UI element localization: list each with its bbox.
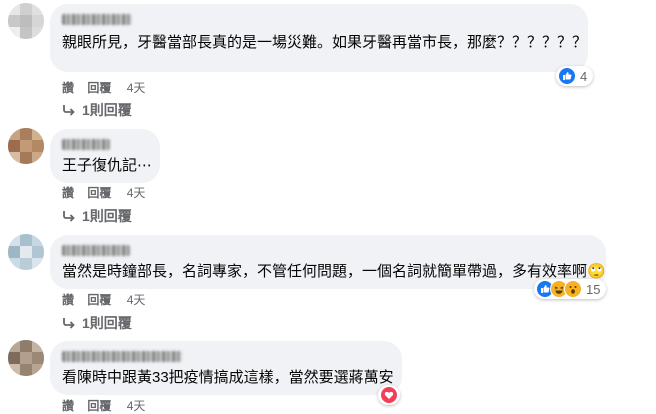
timestamp[interactable]: 4天 [127,293,146,307]
timestamp[interactable]: 4天 [127,186,146,200]
view-replies-link[interactable]: 1則回覆 [62,313,132,333]
reply-arrow-icon [63,318,75,329]
avatar[interactable] [8,234,44,270]
author-name-blurred[interactable] [62,14,132,25]
like-icon [558,67,576,85]
like-button[interactable]: 讚 [62,81,74,95]
timestamp[interactable]: 4天 [127,399,146,413]
view-replies-link[interactable]: 1則回覆 [62,100,132,120]
comment-text: 親眼所見，牙醫當部長真的是一場災難。如果牙醫再當市長，那麼？？？？？？ [62,34,588,51]
reaction-summary[interactable] [378,385,400,405]
replies-label: 1則回覆 [82,208,132,224]
replies-label: 1則回覆 [82,315,132,331]
like-button[interactable]: 讚 [62,293,74,307]
reply-button[interactable]: 回覆 [87,293,111,307]
comment-bubble: 王子復仇記⋯ [50,129,160,183]
timestamp[interactable]: 4天 [127,81,146,95]
comment-bubble: 親眼所見，牙醫當部長真的是一場災難。如果牙醫再當市長，那麼？？？？？？ [50,4,588,72]
comment-actions: 讚 回覆 4天 [62,184,155,201]
reply-button[interactable]: 回覆 [87,186,111,200]
reaction-summary[interactable]: 4 [556,66,594,86]
reaction-count: 15 [586,281,601,297]
author-name-blurred[interactable] [62,245,130,256]
reaction-summary[interactable]: 15 [534,279,607,299]
reaction-count: 4 [580,68,588,84]
comment-actions: 讚 回覆 4天 [62,291,155,308]
wow-icon [564,280,582,298]
comment-text: 看陳時中跟黃33把疫情搞成這樣，當然要選蔣萬安 [62,369,394,386]
comment-text: 當然是時鐘部長，名詞專家，不管任何問題，一個名詞就簡單帶過，多有效率啊🙄 [62,263,606,280]
avatar[interactable] [8,3,44,39]
like-button[interactable]: 讚 [62,399,74,413]
like-button[interactable]: 讚 [62,186,74,200]
avatar[interactable] [8,340,44,376]
comment-text: 王子復仇記⋯ [62,157,153,174]
comment-actions: 讚 回覆 4天 [62,397,155,414]
comment-bubble: 看陳時中跟黃33把疫情搞成這樣，當然要選蔣萬安 [50,341,402,395]
avatar[interactable] [8,128,44,164]
reply-arrow-icon [63,105,75,116]
view-replies-link[interactable]: 1則回覆 [62,206,132,226]
author-name-blurred[interactable] [62,351,182,362]
reply-button[interactable]: 回覆 [87,81,111,95]
comment-actions: 讚 回覆 4天 [62,79,155,96]
love-icon [380,386,398,404]
reply-button[interactable]: 回覆 [87,399,111,413]
author-name-blurred[interactable] [62,139,110,150]
reply-arrow-icon [63,211,75,222]
replies-label: 1則回覆 [82,102,132,118]
comment-bubble: 當然是時鐘部長，名詞專家，不管任何問題，一個名詞就簡單帶過，多有效率啊🙄 [50,235,606,289]
